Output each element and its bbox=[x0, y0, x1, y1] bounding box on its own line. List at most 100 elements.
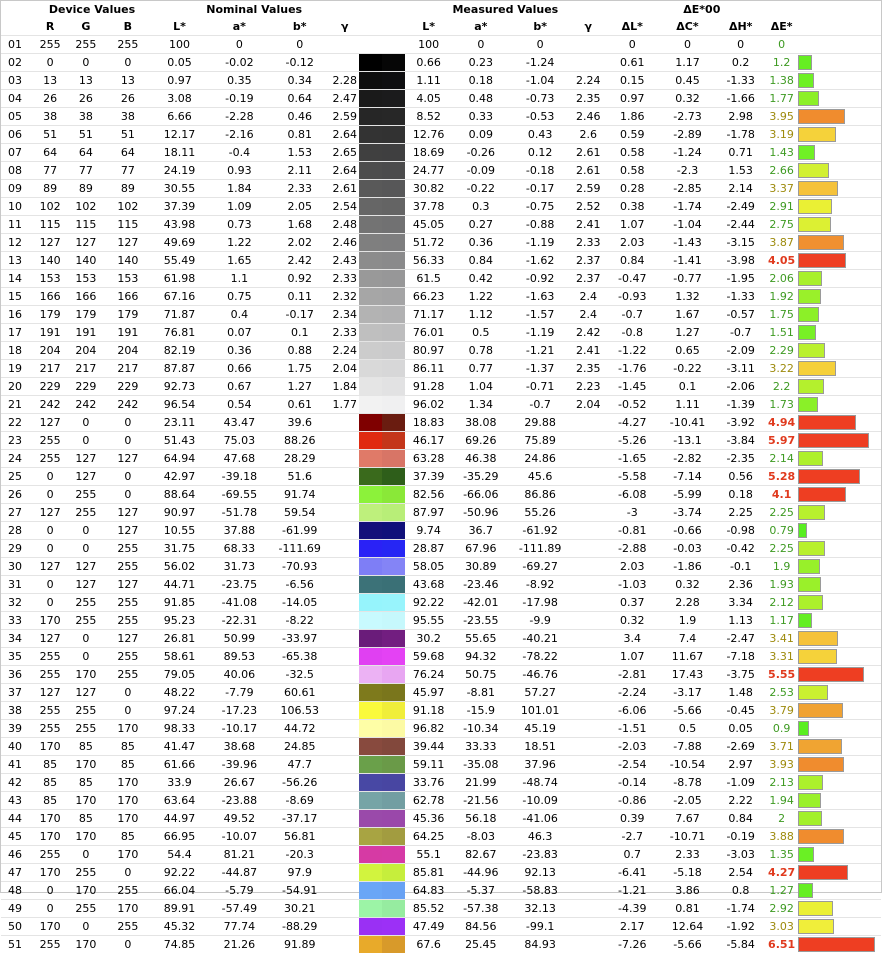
delta-e-bar bbox=[798, 739, 842, 754]
nominal-b: -33.97 bbox=[269, 630, 330, 648]
nominal-l: 26.81 bbox=[149, 630, 209, 648]
measured-l: 87.97 bbox=[405, 504, 452, 522]
delta-e: 2.91 bbox=[765, 198, 798, 216]
delta-c: 3.86 bbox=[659, 882, 716, 900]
delta-h: 2.36 bbox=[716, 576, 765, 594]
swatch-pair bbox=[359, 630, 405, 647]
delta-l: -2.81 bbox=[606, 666, 659, 684]
delta-e-bar bbox=[798, 577, 821, 592]
measured-swatch bbox=[382, 252, 405, 269]
delta-h: -0.98 bbox=[716, 522, 765, 540]
nominal-a: -44.87 bbox=[210, 864, 269, 882]
delta-c: 11.67 bbox=[659, 648, 716, 666]
measurement-table: Device Values Nominal Values Measured Va… bbox=[1, 1, 881, 953]
measured-swatch bbox=[382, 792, 405, 809]
nominal-a: 0.73 bbox=[210, 216, 269, 234]
device-g: 127 bbox=[65, 450, 106, 468]
delta-h: -3.98 bbox=[716, 252, 765, 270]
delta-h: -0.42 bbox=[716, 540, 765, 558]
device-g: 191 bbox=[65, 324, 106, 342]
delta-h: 1.13 bbox=[716, 612, 765, 630]
delta-l: -1.45 bbox=[606, 378, 659, 396]
device-b: 85 bbox=[106, 738, 149, 756]
device-r: 0 bbox=[35, 486, 66, 504]
delta-l: -0.81 bbox=[606, 522, 659, 540]
swatch-pair bbox=[359, 684, 405, 701]
nominal-a: -7.79 bbox=[210, 684, 269, 702]
nominal-gamma bbox=[330, 522, 359, 540]
delta-e-bar bbox=[798, 451, 823, 466]
device-b: 127 bbox=[106, 576, 149, 594]
measured-gamma: 2.35 bbox=[571, 360, 606, 378]
measured-a: -8.81 bbox=[452, 684, 509, 702]
measured-gamma bbox=[571, 846, 606, 864]
color-swatch bbox=[359, 648, 405, 666]
nominal-gamma: 2.47 bbox=[330, 90, 359, 108]
table-row: 290025531.7568.33-111.6928.8767.96-111.8… bbox=[1, 540, 881, 558]
nominal-gamma bbox=[330, 720, 359, 738]
delta-c: -1.86 bbox=[659, 558, 716, 576]
delta-l: 0.58 bbox=[606, 162, 659, 180]
patch-id: 45 bbox=[1, 828, 35, 846]
measured-a: 69.26 bbox=[452, 432, 509, 450]
table-row: 41851708561.66-39.9647.759.11-35.0837.96… bbox=[1, 756, 881, 774]
device-r: 255 bbox=[35, 846, 66, 864]
delta-e: 5.28 bbox=[765, 468, 798, 486]
device-g: 170 bbox=[65, 756, 106, 774]
patch-id: 10 bbox=[1, 198, 35, 216]
measured-gamma: 2.23 bbox=[571, 378, 606, 396]
color-swatch bbox=[359, 486, 405, 504]
delta-e-bar-cell bbox=[798, 540, 881, 558]
nominal-gamma: 2.48 bbox=[330, 216, 359, 234]
color-swatch bbox=[359, 252, 405, 270]
nominal-a: -5.79 bbox=[210, 882, 269, 900]
measured-swatch bbox=[382, 324, 405, 341]
color-swatch bbox=[359, 306, 405, 324]
delta-e-bar-cell bbox=[798, 522, 881, 540]
nominal-swatch bbox=[359, 576, 382, 593]
nominal-swatch bbox=[359, 720, 382, 737]
delta-h: 0.8 bbox=[716, 882, 765, 900]
device-r: 64 bbox=[35, 144, 66, 162]
nominal-swatch bbox=[359, 522, 382, 539]
device-g: 255 bbox=[65, 594, 106, 612]
device-b: 229 bbox=[106, 378, 149, 396]
delta-e-bar bbox=[798, 667, 864, 682]
patch-id: 25 bbox=[1, 468, 35, 486]
measured-gamma bbox=[571, 666, 606, 684]
patch-id: 18 bbox=[1, 342, 35, 360]
nominal-l: 88.64 bbox=[149, 486, 209, 504]
delta-e-bar bbox=[798, 361, 836, 376]
patch-id: 51 bbox=[1, 936, 35, 953]
delta-e-bar-cell bbox=[798, 342, 881, 360]
delta-e-bar-cell bbox=[798, 72, 881, 90]
measured-l: 100 bbox=[405, 36, 452, 54]
delta-c: 0.1 bbox=[659, 378, 716, 396]
nominal-gamma bbox=[330, 414, 359, 432]
table-row: 38255255097.24-17.23106.5391.18-15.9101.… bbox=[1, 702, 881, 720]
measured-b: 55.26 bbox=[509, 504, 570, 522]
swatch-pair bbox=[359, 756, 405, 773]
measured-l: 8.52 bbox=[405, 108, 452, 126]
color-swatch bbox=[359, 108, 405, 126]
nominal-swatch bbox=[359, 630, 382, 647]
delta-h: -3.84 bbox=[716, 432, 765, 450]
device-r: 85 bbox=[35, 774, 66, 792]
delta-h: -0.57 bbox=[716, 306, 765, 324]
device-r: 102 bbox=[35, 198, 66, 216]
swatch-pair bbox=[359, 180, 405, 197]
device-g: 242 bbox=[65, 396, 106, 414]
measured-gamma bbox=[571, 450, 606, 468]
nominal-b: 0.81 bbox=[269, 126, 330, 144]
delta-e-bar bbox=[798, 721, 809, 736]
measured-b: 57.27 bbox=[509, 684, 570, 702]
measured-gamma bbox=[571, 540, 606, 558]
patch-id: 13 bbox=[1, 252, 35, 270]
patch-id: 33 bbox=[1, 612, 35, 630]
delta-e-bar bbox=[798, 397, 818, 412]
patch-id: 14 bbox=[1, 270, 35, 288]
color-swatch bbox=[359, 918, 405, 936]
delta-e-bar bbox=[798, 415, 856, 430]
swatch-pair bbox=[359, 198, 405, 215]
patch-id: 26 bbox=[1, 486, 35, 504]
